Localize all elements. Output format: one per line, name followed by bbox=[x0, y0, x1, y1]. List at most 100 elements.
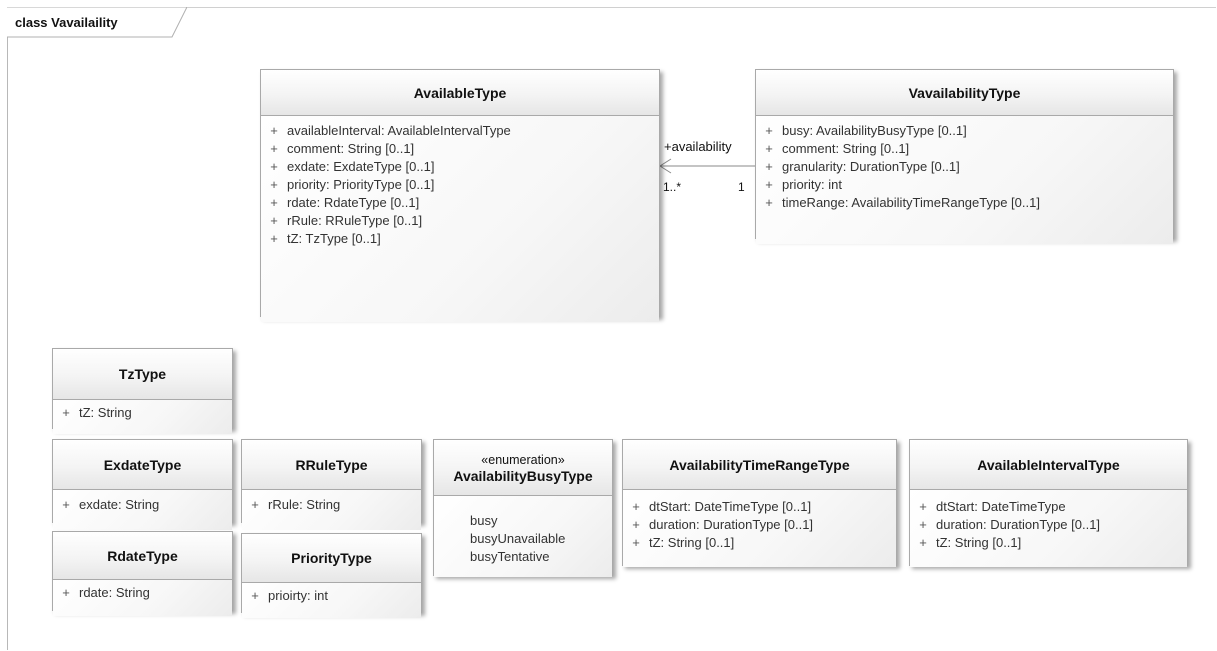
attribute-row[interactable]: + availableInterval: AvailableIntervalTyp… bbox=[261, 122, 659, 140]
enum-literal[interactable]: busyUnavailable bbox=[434, 530, 612, 548]
class-priority-type[interactable]: PriorityType + prioirty: int bbox=[241, 533, 422, 618]
attribute-row[interactable]: + tZ: String [0..1] bbox=[623, 534, 896, 552]
attribute-text: rdate: String bbox=[79, 585, 150, 600]
class-header: ExdateType bbox=[53, 440, 232, 490]
visibility-marker: + bbox=[632, 517, 640, 532]
visibility-marker: + bbox=[62, 585, 70, 600]
attribute-row[interactable]: + comment: String [0..1] bbox=[261, 140, 659, 158]
enum-literal[interactable]: busyTentative bbox=[434, 548, 612, 566]
association-role-label: +availability bbox=[664, 139, 732, 154]
attribute-row[interactable]: + tZ: TzType [0..1] bbox=[261, 230, 659, 248]
class-name: VavailabilityType bbox=[908, 84, 1021, 101]
class-available-interval-type[interactable]: AvailableIntervalType + dtStart: DateTime… bbox=[909, 439, 1188, 567]
enum-availability-busy-type[interactable]: «enumeration» AvailabilityBusyType busy … bbox=[433, 439, 613, 577]
attribute-compartment: + rRule: String bbox=[242, 490, 421, 530]
visibility-marker: + bbox=[270, 213, 278, 228]
class-tz-type[interactable]: TzType + tZ: String bbox=[52, 348, 233, 434]
class-header: RRuleType bbox=[242, 440, 421, 490]
visibility-marker: + bbox=[62, 405, 70, 420]
class-header: PriorityType bbox=[242, 534, 421, 583]
attribute-compartment: + dtStart: DateTimeType [0..1] + duration:… bbox=[623, 490, 896, 567]
attribute-row[interactable]: + dtStart: DateTimeType [0..1] bbox=[623, 498, 896, 516]
class-name: AvailableType bbox=[413, 84, 507, 101]
attribute-row[interactable]: + prioirty: int bbox=[242, 587, 421, 605]
attribute-text: duration: DurationType [0..1] bbox=[936, 517, 1101, 532]
class-availability-time-range-type[interactable]: AvailabilityTimeRangeType + dtStart: Date… bbox=[622, 439, 897, 567]
class-name: ExdateType bbox=[103, 456, 182, 473]
attribute-text: comment: String [0..1] bbox=[287, 141, 415, 156]
visibility-marker: + bbox=[62, 497, 70, 512]
attribute-row[interactable]: + granularity: DurationType [0..1] bbox=[756, 158, 1173, 176]
class-name: AvailableIntervalType bbox=[977, 456, 1120, 473]
attribute-row[interactable]: + exdate: String bbox=[53, 496, 232, 514]
attribute-compartment: + prioirty: int bbox=[242, 583, 421, 618]
attribute-text: comment: String [0..1] bbox=[782, 141, 910, 156]
visibility-marker: + bbox=[251, 588, 259, 603]
class-name: PriorityType bbox=[291, 550, 372, 566]
visibility-marker: + bbox=[270, 231, 278, 246]
class-exdate-type[interactable]: ExdateType + exdate: String bbox=[52, 439, 233, 530]
attribute-row[interactable]: + priority: PriorityType [0..1] bbox=[261, 176, 659, 194]
attribute-text: tZ: String bbox=[79, 405, 132, 420]
association-target-multiplicity: 1 bbox=[738, 180, 745, 194]
attribute-row[interactable]: + duration: DurationType [0..1] bbox=[623, 516, 896, 534]
class-header: VavailabilityType bbox=[756, 70, 1173, 116]
attribute-row[interactable]: + busy: AvailabilityBusyType [0..1] bbox=[756, 122, 1173, 140]
class-header: AvailabilityTimeRangeType bbox=[623, 440, 896, 490]
class-header: RdateType bbox=[53, 532, 232, 580]
visibility-marker: + bbox=[632, 499, 640, 514]
class-name: TzType bbox=[118, 366, 167, 382]
association-source-multiplicity: 1..* bbox=[663, 180, 682, 194]
attribute-row[interactable]: + rdate: String bbox=[53, 584, 232, 602]
attribute-compartment: + exdate: String bbox=[53, 490, 232, 530]
attribute-row[interactable]: + rdate: RdateType [0..1] bbox=[261, 194, 659, 212]
attribute-row[interactable]: + dtStart: DateTimeType bbox=[910, 498, 1187, 516]
visibility-marker: + bbox=[270, 195, 278, 210]
attribute-row[interactable]: + tZ: String bbox=[53, 404, 232, 422]
attribute-row[interactable]: + timeRange: AvailabilityTimeRangeType [0… bbox=[756, 194, 1173, 212]
visibility-marker: + bbox=[765, 123, 773, 138]
visibility-marker: + bbox=[270, 123, 278, 138]
enum-literal[interactable]: busy bbox=[434, 512, 612, 530]
class-header: TzType bbox=[53, 349, 232, 400]
class-available-type[interactable]: AvailableType + availableInterval: Availa… bbox=[260, 69, 660, 322]
class-header: AvailableIntervalType bbox=[910, 440, 1187, 490]
attribute-compartment: + busy: AvailabilityBusyType [0..1] + comm… bbox=[756, 116, 1173, 244]
attribute-text: rRule: String bbox=[268, 497, 341, 512]
attribute-text: priority: int bbox=[782, 177, 842, 192]
attribute-text: tZ: TzType [0..1] bbox=[287, 231, 381, 246]
attribute-text: tZ: String [0..1] bbox=[936, 535, 1022, 550]
attribute-text: dtStart: DateTimeType bbox=[936, 499, 1066, 514]
attribute-text: rRule: RRuleType [0..1] bbox=[287, 213, 423, 228]
attribute-compartment: + tZ: String bbox=[53, 400, 232, 434]
class-vavailability-type[interactable]: VavailabilityType + busy: AvailabilityBus… bbox=[755, 69, 1174, 244]
attribute-row[interactable]: + tZ: String [0..1] bbox=[910, 534, 1187, 552]
attribute-text: busy: AvailabilityBusyType [0..1] bbox=[782, 123, 967, 138]
attribute-text: granularity: DurationType [0..1] bbox=[782, 159, 960, 174]
attribute-text: exdate: String bbox=[79, 497, 160, 512]
class-rdate-type[interactable]: RdateType + rdate: String bbox=[52, 531, 233, 616]
visibility-marker: + bbox=[632, 535, 640, 550]
attribute-row[interactable]: + comment: String [0..1] bbox=[756, 140, 1173, 158]
attribute-row[interactable]: + exdate: ExdateType [0..1] bbox=[261, 158, 659, 176]
attribute-row[interactable]: + duration: DurationType [0..1] bbox=[910, 516, 1187, 534]
visibility-marker: + bbox=[919, 535, 927, 550]
class-name: AvailabilityTimeRangeType bbox=[669, 456, 850, 473]
attribute-compartment: + rdate: String bbox=[53, 580, 232, 616]
class-rrule-type[interactable]: RRuleType + rRule: String bbox=[241, 439, 422, 530]
attribute-text: priority: PriorityType [0..1] bbox=[287, 177, 435, 192]
attribute-text: exdate: ExdateType [0..1] bbox=[287, 159, 435, 174]
class-header: AvailableType bbox=[261, 70, 659, 116]
visibility-marker: + bbox=[251, 497, 259, 512]
attribute-text: timeRange: AvailabilityTimeRangeType [0.… bbox=[782, 195, 1040, 210]
visibility-marker: + bbox=[270, 159, 278, 174]
attribute-row[interactable]: + rRule: RRuleType [0..1] bbox=[261, 212, 659, 230]
class-name: RdateType bbox=[107, 547, 178, 564]
visibility-marker: + bbox=[270, 141, 278, 156]
attribute-row[interactable]: + rRule: String bbox=[242, 496, 421, 514]
visibility-marker: + bbox=[270, 177, 278, 192]
attribute-text: availableInterval: AvailableIntervalType bbox=[287, 123, 511, 138]
attribute-compartment: + dtStart: DateTimeType + duration: Durati… bbox=[910, 490, 1187, 567]
attribute-row[interactable]: + priority: int bbox=[756, 176, 1173, 194]
visibility-marker: + bbox=[919, 517, 927, 532]
